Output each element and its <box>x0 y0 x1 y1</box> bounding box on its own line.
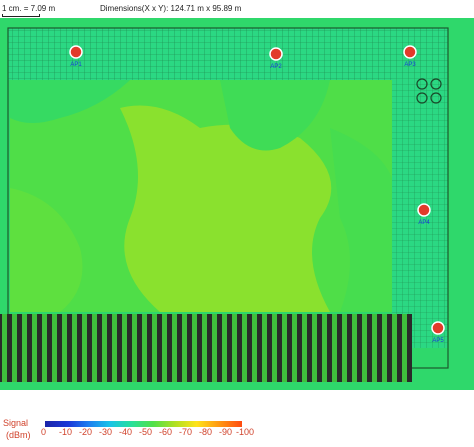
ap-marker[interactable]: AP1 <box>69 45 83 68</box>
legend-tick: -60 <box>159 427 173 437</box>
ap-label: AP4 <box>418 220 430 226</box>
dimensions-label: Dimensions(X x Y): 124.71 m x 95.89 m <box>100 4 242 13</box>
legend-tick: -90 <box>219 427 233 437</box>
ap-label: AP2 <box>270 64 282 70</box>
heatmap-svg: AP1 AP2 AP3 AP4 AP5 <box>0 18 474 390</box>
storage-racks <box>0 314 412 382</box>
ap-marker[interactable]: AP5 <box>431 321 445 344</box>
ap-label: AP3 <box>404 62 416 68</box>
legend-tick: -80 <box>199 427 213 437</box>
ap-marker[interactable]: AP4 <box>417 203 431 226</box>
legend-tick: -100 <box>236 427 255 437</box>
legend-tick: -10 <box>59 427 73 437</box>
legend-tick: -40 <box>119 427 133 437</box>
legend-unit: (dBm) <box>6 430 31 440</box>
legend-tick: 0 <box>41 427 47 437</box>
signal-legend: Signal (dBm) 0 -10 -20 -30 -40 -50 -60 -… <box>0 394 474 447</box>
heatmap-floorplan[interactable]: AP1 AP2 AP3 AP4 AP5 <box>0 18 474 390</box>
scale-label: 1 cm. = 7.09 m <box>2 4 56 13</box>
ap-label: AP1 <box>70 62 82 68</box>
ap-marker[interactable]: AP3 <box>403 45 417 68</box>
header-bar: 1 cm. = 7.09 m Dimensions(X x Y): 124.71… <box>0 0 474 18</box>
ap-label: AP5 <box>432 338 444 344</box>
legend-tick: -70 <box>179 427 193 437</box>
ap-marker[interactable]: AP2 <box>269 47 283 70</box>
scale-bar <box>2 14 40 17</box>
legend-tick: -30 <box>99 427 113 437</box>
legend-title: Signal <box>3 418 29 428</box>
legend-tick: -20 <box>79 427 93 437</box>
legend-tick: -50 <box>139 427 153 437</box>
